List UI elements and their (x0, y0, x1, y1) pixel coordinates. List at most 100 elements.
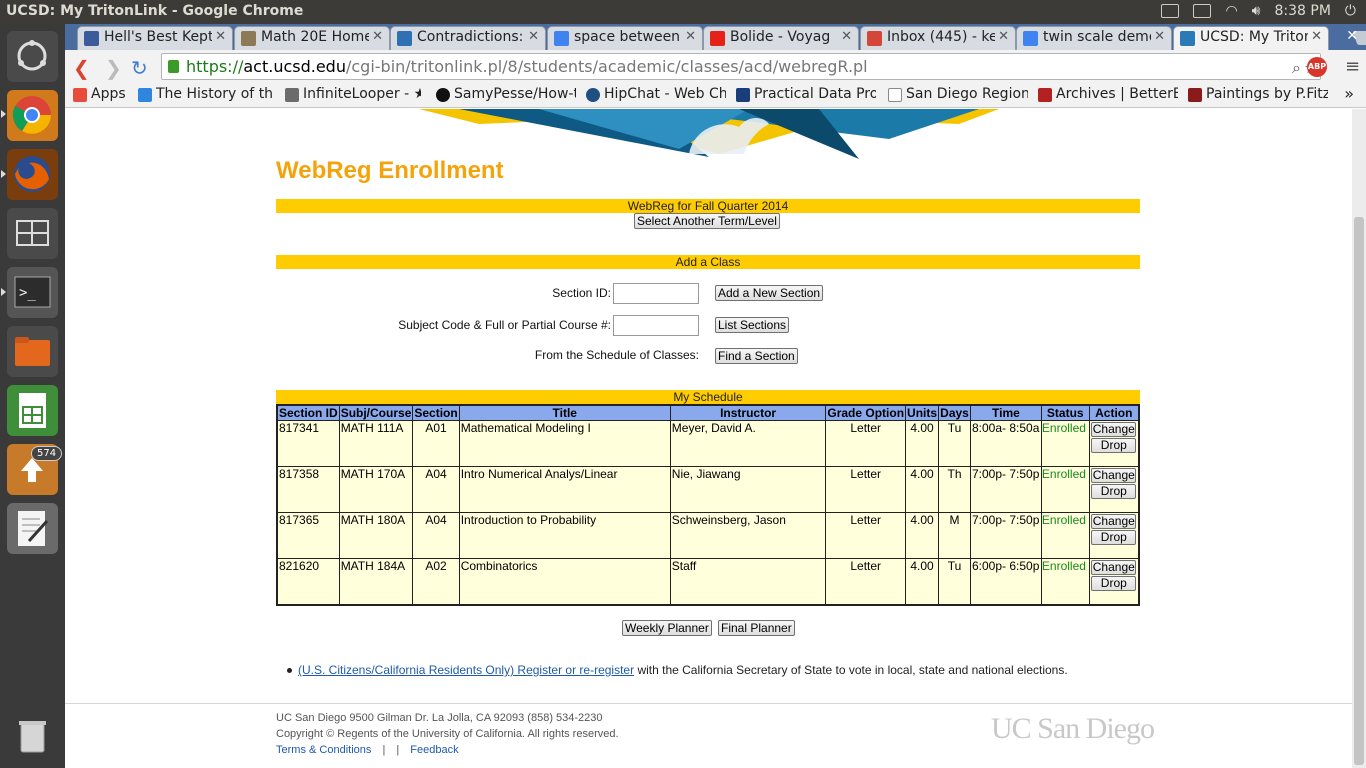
vertical-scrollbar[interactable] (1352, 109, 1366, 768)
tab-1[interactable]: Math 20E Home ✕ (234, 26, 390, 50)
section-id-input[interactable] (613, 283, 699, 304)
add-section-button[interactable]: Add a New Section (715, 285, 824, 301)
change-button[interactable]: Change (1091, 514, 1137, 529)
column-header: Subj/Course (338, 404, 414, 421)
bookmark-item[interactable]: The History of the (136, 86, 272, 102)
url-host: act.ucsd.edu (243, 57, 346, 76)
tab-favicon (84, 31, 99, 46)
page-viewport: WebReg Enrollment WebReg for Fall Quarte… (65, 109, 1352, 768)
terms-link[interactable]: Terms & Conditions (276, 744, 371, 756)
feedback-link[interactable]: Feedback (410, 744, 458, 756)
power-icon[interactable]: ⏻ (1345, 3, 1356, 19)
apps-icon (73, 88, 87, 102)
window-close-icon[interactable]: ✕ (1346, 28, 1358, 44)
adblock-icon[interactable]: ABP (1307, 57, 1327, 77)
workspace-switcher-icon[interactable] (7, 208, 58, 259)
close-icon[interactable]: ✕ (1154, 29, 1165, 44)
subject-course-label: Subject Code & Full or Partial Course #: (398, 318, 611, 332)
footer-links: Terms & Conditions | | Feedback (276, 744, 459, 756)
wifi-icon[interactable]: ◠ (1225, 3, 1237, 19)
firefox-icon[interactable] (7, 149, 58, 200)
course-cell: MATH 184A (338, 558, 414, 605)
tab-3[interactable]: space between ✕ (547, 26, 703, 50)
close-icon[interactable]: ✕ (528, 29, 539, 44)
battery-icon[interactable] (1193, 4, 1212, 18)
bookmark-item[interactable]: SamyPesse/How-t (434, 86, 576, 102)
keyboard-icon[interactable] (1161, 4, 1180, 18)
bookmark-item[interactable]: Practical Data Prog (734, 86, 876, 102)
browser-toolbar: ❮ ❯ ↻ https://act.ucsd.edu/cgi-bin/trito… (65, 50, 1366, 84)
search-icon[interactable]: ⌕ (1292, 58, 1301, 78)
dash-home-icon[interactable] (7, 31, 58, 82)
bookmark-item[interactable]: Paintings by P.Fitz (1186, 86, 1328, 102)
volume-icon[interactable]: 🔊︎ (1252, 3, 1261, 19)
files-icon[interactable] (7, 326, 58, 377)
bullet-icon (287, 668, 292, 674)
status-cell: Enrolled (1040, 466, 1090, 513)
units-cell: 4.00 (905, 466, 940, 513)
footer-copyright: Copyright © Regents of the University of… (276, 728, 619, 740)
select-term-button[interactable]: Select Another Term/Level (634, 213, 780, 229)
chrome-icon[interactable] (7, 90, 58, 141)
voter-registration-link[interactable]: (U.S. Citizens/California Residents Only… (298, 663, 634, 677)
list-sections-button[interactable]: List Sections (715, 317, 790, 333)
change-button[interactable]: Change (1091, 468, 1137, 483)
drop-button[interactable]: Drop (1091, 576, 1137, 591)
launcher: >_ 574 (0, 24, 65, 768)
page-title: WebReg Enrollment (276, 157, 504, 184)
close-icon[interactable]: ✕ (1311, 29, 1322, 44)
final-planner-button[interactable]: Final Planner (718, 620, 795, 636)
find-section-button[interactable]: Find a Section (715, 348, 798, 364)
drop-button[interactable]: Drop (1091, 484, 1137, 499)
grade-option-cell: Letter (825, 420, 907, 467)
tab-7[interactable]: UCSD: My Triton ✕ (1173, 26, 1329, 50)
infinity-icon (285, 88, 299, 102)
drop-button[interactable]: Drop (1091, 530, 1137, 545)
bookmark-item[interactable]: InfiniteLooper - ★ (283, 86, 421, 102)
close-icon[interactable]: ✕ (685, 29, 696, 44)
change-button[interactable]: Change (1091, 422, 1137, 437)
tab-favicon (1180, 31, 1195, 46)
drop-button[interactable]: Drop (1091, 438, 1137, 453)
voter-registration-notice: (U.S. Citizens/California Residents Only… (287, 663, 1068, 677)
bookmark-item[interactable]: HipChat - Web Cha (584, 86, 726, 102)
tab-5[interactable]: Inbox (445) - ke ✕ (860, 26, 1016, 50)
bookmark-item[interactable]: San Diego Regiona (886, 86, 1028, 102)
instructor-cell: Meyer, David A. (669, 420, 827, 467)
close-icon[interactable]: ✕ (372, 29, 383, 44)
bookmark-item[interactable]: Archives | BetterE (1036, 86, 1178, 102)
system-tray: ◠ 🔊︎ 8:38 PM ⏻ (1161, 3, 1356, 19)
clock[interactable]: 8:38 PM (1275, 3, 1331, 19)
tab-0[interactable]: Hell's Best Kept ✕ (77, 26, 233, 50)
days-cell: M (938, 512, 971, 559)
section-id-label: Section ID: (552, 286, 611, 300)
title-cell: Intro Numerical Analys/Linear (458, 466, 671, 513)
back-icon[interactable]: ❮ (73, 56, 90, 80)
subject-course-input[interactable] (613, 315, 699, 336)
weekly-planner-button[interactable]: Weekly Planner (622, 620, 712, 636)
tab-6[interactable]: twin scale demo ✕ (1016, 26, 1172, 50)
column-header: Units (905, 404, 940, 421)
tab-4[interactable]: Bolide - Voyag ✕ (703, 26, 859, 50)
more-bookmarks-icon[interactable]: » (1344, 84, 1354, 103)
close-icon[interactable]: ✕ (998, 29, 1009, 44)
scrollbar-thumb[interactable] (1354, 217, 1364, 765)
change-button[interactable]: Change (1091, 560, 1137, 575)
bookmark-favicon (1188, 88, 1202, 102)
text-editor-icon[interactable] (7, 503, 58, 554)
grade-option-cell: Letter (825, 466, 907, 513)
menu-icon[interactable]: ≡ (1345, 56, 1360, 77)
trash-icon[interactable] (7, 710, 58, 761)
bookmark-apps[interactable]: Apps (71, 86, 126, 102)
spreadsheet-icon[interactable] (7, 385, 58, 436)
close-icon[interactable]: ✕ (215, 29, 226, 44)
close-icon[interactable]: ✕ (841, 29, 852, 44)
terminal-icon[interactable]: >_ (7, 267, 58, 318)
tab-2[interactable]: Contradictions: ✕ (390, 26, 546, 50)
reload-icon[interactable]: ↻ (131, 56, 148, 80)
footer-divider (65, 703, 1352, 704)
address-bar[interactable]: https://act.ucsd.edu/cgi-bin/tritonlink.… (161, 53, 1321, 80)
section-id-cell: 817358 (276, 466, 340, 513)
software-updater-icon[interactable]: 574 (7, 444, 63, 495)
forward-icon[interactable]: ❯ (105, 56, 122, 80)
